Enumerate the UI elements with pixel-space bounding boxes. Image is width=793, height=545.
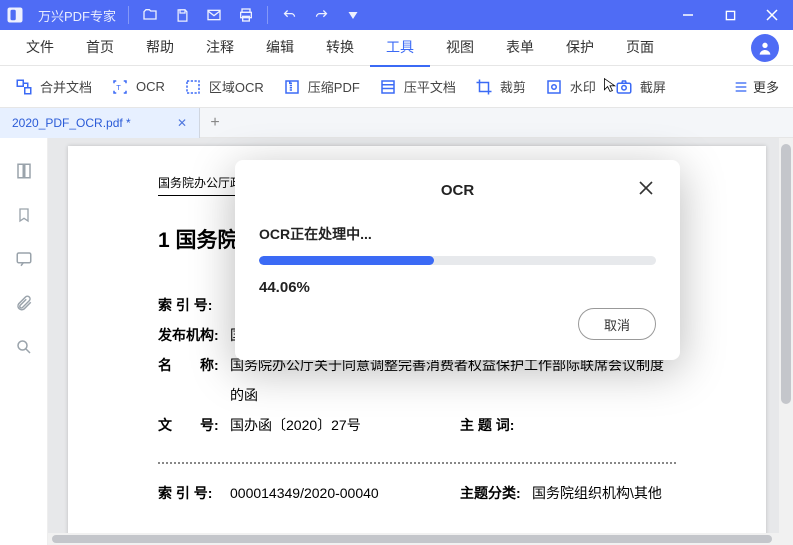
label-subject: 主 题 词:: [460, 410, 532, 440]
flatten-icon: [378, 77, 398, 97]
tab-add-button[interactable]: +: [200, 108, 230, 138]
separator-dots: [158, 462, 676, 464]
compress-label: 压缩PDF: [308, 77, 360, 96]
app-name: 万兴PDF专家: [38, 6, 116, 25]
tab-bar: 2020_PDF_OCR.pdf * ✕ +: [0, 108, 793, 138]
more-label: 更多: [753, 77, 779, 96]
dialog-close-icon[interactable]: [638, 180, 656, 198]
menu-form[interactable]: 表单: [490, 30, 550, 65]
title-bar: 万兴PDF专家: [0, 0, 793, 30]
menu-home[interactable]: 首页: [70, 30, 130, 65]
area-ocr-icon: [183, 77, 203, 97]
value-index2: 000014349/2020-00040: [230, 478, 460, 508]
window-controls: [667, 0, 793, 30]
ribbon-overflow[interactable]: 更多: [727, 73, 783, 101]
compress-icon: [282, 77, 302, 97]
area-ocr-button[interactable]: 区域OCR: [179, 73, 268, 101]
tab-close-icon[interactable]: ✕: [177, 116, 187, 130]
search-icon[interactable]: [13, 336, 35, 358]
undo-icon[interactable]: [280, 6, 298, 24]
menu-view[interactable]: 视图: [430, 30, 490, 65]
ocr-icon: T: [110, 77, 130, 97]
quick-actions: [141, 6, 255, 24]
value-category: 国务院组织机构\其他: [532, 478, 676, 508]
cancel-button[interactable]: 取消: [578, 308, 656, 340]
history-actions: [280, 6, 362, 24]
svg-text:T: T: [116, 83, 121, 92]
side-panel: [0, 138, 48, 545]
open-icon[interactable]: [141, 6, 159, 24]
menu-help[interactable]: 帮助: [130, 30, 190, 65]
dialog-title: OCR: [441, 182, 474, 199]
redo-icon[interactable]: [312, 6, 330, 24]
merge-icon: [14, 77, 34, 97]
label-category: 主题分类:: [460, 478, 532, 508]
maximize-button[interactable]: [709, 0, 751, 30]
vertical-scrollbar[interactable]: [779, 138, 793, 545]
header-left: 国务院办公厅政: [158, 174, 242, 191]
label-index2: 索 引 号:: [158, 478, 230, 508]
scroll-thumb[interactable]: [781, 144, 791, 404]
menu-comment[interactable]: 注释: [190, 30, 250, 65]
bookmark-icon[interactable]: [13, 204, 35, 226]
more-icon[interactable]: [344, 6, 362, 24]
menu-page[interactable]: 页面: [610, 30, 670, 65]
row-docnum: 文 号: 国办函〔2020〕27号 主 题 词:: [158, 410, 676, 440]
watermark-icon: [544, 77, 564, 97]
menu-protect[interactable]: 保护: [550, 30, 610, 65]
progress-percent: 44.06%: [259, 279, 656, 296]
watermark-label: 水印: [570, 77, 596, 96]
menu-bar: 文件 首页 帮助 注释 编辑 转换 工具 视图 表单 保护 页面: [0, 30, 793, 66]
ocr-label: OCR: [136, 79, 165, 94]
ocr-progress-dialog: OCR OCR正在处理中... 44.06% 取消: [235, 160, 680, 360]
label-name: 名 称:: [158, 350, 230, 410]
flatten-button[interactable]: 压平文档: [374, 73, 460, 101]
attachment-icon[interactable]: [13, 292, 35, 314]
crop-label: 裁剪: [500, 77, 526, 96]
menu-edit[interactable]: 编辑: [250, 30, 310, 65]
crop-button[interactable]: 裁剪: [470, 73, 530, 101]
ribbon-tools: 合并文档 T OCR 区域OCR 压缩PDF 压平文档 裁剪 水印 截屏 更多: [0, 66, 793, 108]
crop-icon: [474, 77, 494, 97]
thumbnails-icon[interactable]: [13, 160, 35, 182]
close-button[interactable]: [751, 0, 793, 30]
print-icon[interactable]: [237, 6, 255, 24]
menu-tools[interactable]: 工具: [370, 30, 430, 67]
label-index: 索 引 号:: [158, 290, 230, 320]
compress-button[interactable]: 压缩PDF: [278, 73, 364, 101]
merge-label: 合并文档: [40, 77, 92, 96]
screenshot-label: 截屏: [640, 77, 666, 96]
comments-icon[interactable]: [13, 248, 35, 270]
user-avatar[interactable]: [751, 34, 779, 62]
area-ocr-label: 区域OCR: [209, 77, 264, 96]
label-publisher: 发布机构:: [158, 320, 230, 350]
save-icon[interactable]: [173, 6, 191, 24]
camera-icon: [614, 77, 634, 97]
watermark-button[interactable]: 水印: [540, 73, 600, 101]
minimize-button[interactable]: [667, 0, 709, 30]
dialog-header: OCR: [259, 178, 656, 202]
hamburger-icon: [731, 77, 751, 97]
progress-bar: [259, 256, 656, 265]
progress-fill: [259, 256, 434, 265]
app-logo: [0, 0, 30, 30]
horizontal-scrollbar[interactable]: [48, 533, 779, 545]
merge-button[interactable]: 合并文档: [10, 73, 96, 101]
row-index2: 索 引 号: 000014349/2020-00040 主题分类: 国务院组织机…: [158, 478, 676, 508]
separator: [267, 6, 268, 24]
screenshot-button[interactable]: 截屏: [610, 73, 670, 101]
menu-file[interactable]: 文件: [10, 30, 70, 65]
mail-icon[interactable]: [205, 6, 223, 24]
ocr-button[interactable]: T OCR: [106, 73, 169, 101]
scroll-thumb[interactable]: [52, 535, 772, 543]
flatten-label: 压平文档: [404, 77, 456, 96]
label-docnum: 文 号:: [158, 410, 230, 440]
tab-label: 2020_PDF_OCR.pdf *: [12, 116, 131, 130]
menu-convert[interactable]: 转换: [310, 30, 370, 65]
value-docnum: 国办函〔2020〕27号: [230, 410, 460, 440]
separator: [128, 6, 129, 24]
dialog-status: OCR正在处理中...: [259, 224, 656, 244]
document-tab[interactable]: 2020_PDF_OCR.pdf * ✕: [0, 108, 200, 138]
